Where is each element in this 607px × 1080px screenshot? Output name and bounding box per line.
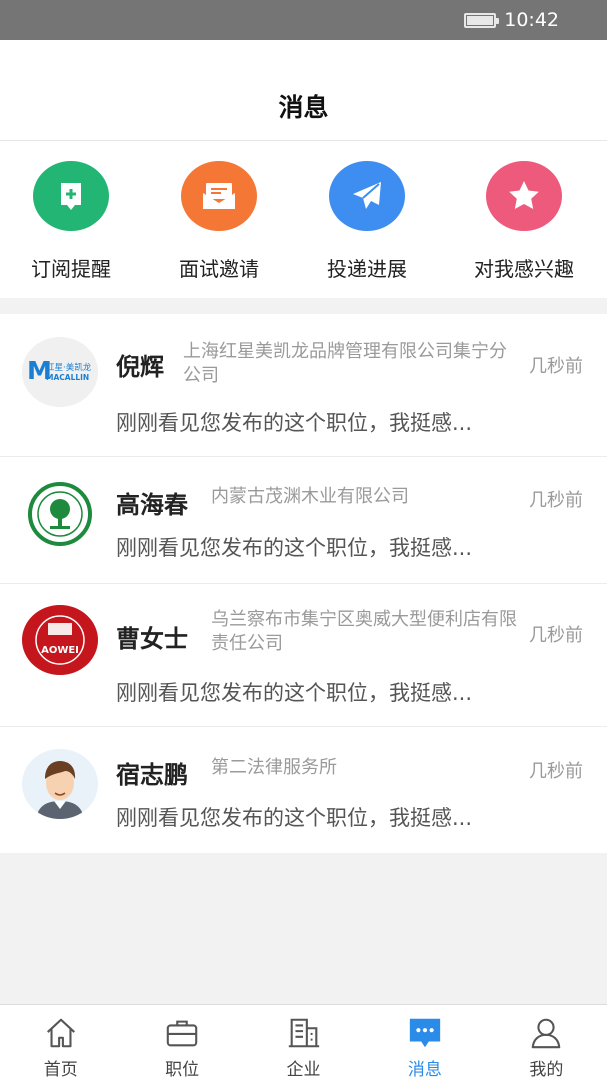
tab-label: 消息 [407,1060,442,1080]
tab-label: 我的 [529,1060,564,1080]
home-icon [46,1018,75,1048]
quick-action-interview[interactable]: 面试邀请 [144,161,294,282]
message-list: M 红星·美凯龙 MACALLIN 倪辉 上海红星美凯龙品牌管理有限公司集宁分公… [0,314,607,853]
avatar-logo-sub: MACALLIN [46,373,89,382]
tab-jobs[interactable]: 职位 [121,1005,242,1080]
quick-action-label: 投递进展 [327,257,407,281]
message-time: 几秒前 [529,761,583,782]
avatar-logo-text: 红星·美凯龙 [46,362,92,373]
tab-home[interactable]: 首页 [0,1005,121,1080]
send-icon [329,161,405,231]
quick-action-label: 面试邀请 [179,257,259,281]
tab-profile[interactable]: 我的 [486,1005,607,1080]
message-preview: 刚刚看见您发布的这个职位，我挺感... [116,536,473,560]
tab-label: 首页 [43,1060,78,1080]
star-icon [486,161,562,231]
bottom-tab-bar: 首页 职位 企业 消息 我的 [0,1004,607,1080]
quick-actions: 订阅提醒 面试邀请 投递进展 对我感兴趣 [0,141,607,298]
page-title: 消息 [278,93,329,122]
briefcase-icon [166,1020,198,1047]
quick-action-label: 对我感兴趣 [474,257,574,281]
message-item[interactable]: M 红星·美凯龙 MACALLIN 倪辉 上海红星美凯龙品牌管理有限公司集宁分公… [0,314,607,457]
avatar [22,479,98,549]
avatar: AOWEI [22,605,98,675]
message-preview: 刚刚看见您发布的这个职位，我挺感... [116,681,473,705]
user-icon [532,1018,561,1049]
company-name: 乌兰察布市集宁区奥威大型便利店有限责任公司 [211,609,517,654]
sender-name: 宿志鹏 [116,761,188,789]
quick-action-interested[interactable]: 对我感兴趣 [449,161,599,282]
quick-action-label: 订阅提醒 [31,257,111,281]
message-time: 几秒前 [529,625,583,646]
tab-label: 职位 [165,1060,200,1080]
company-name: 上海红星美凯龙品牌管理有限公司集宁分公司 [183,341,507,386]
quick-action-progress[interactable]: 投递进展 [292,161,442,282]
message-item[interactable]: 高海春 内蒙古茂渊木业有限公司 几秒前 刚刚看见您发布的这个职位，我挺感... [0,457,607,584]
avatar [22,749,98,819]
building-icon [288,1018,319,1048]
tab-companies[interactable]: 企业 [243,1005,364,1080]
tab-messages[interactable]: 消息 [364,1005,485,1080]
avatar-logo-text: AOWEI [41,645,79,656]
message-preview: 刚刚看见您发布的这个职位，我挺感... [116,806,473,830]
quick-action-subscribe[interactable]: 订阅提醒 [0,161,146,282]
company-name: 内蒙古茂渊木业有限公司 [211,486,409,507]
subscribe-icon [33,161,109,231]
message-item[interactable]: 宿志鹏 第二法律服务所 几秒前 刚刚看见您发布的这个职位，我挺感... [0,727,607,853]
mail-icon [181,161,257,231]
status-bar: 10:42 [0,0,607,40]
avatar: M 红星·美凯龙 MACALLIN [22,337,98,407]
message-preview: 刚刚看见您发布的这个职位，我挺感... [116,411,473,435]
tab-label: 企业 [286,1060,321,1080]
company-name: 第二法律服务所 [211,757,337,778]
chat-icon [409,1018,441,1048]
sender-name: 倪辉 [116,353,164,381]
status-time: 10:42 [504,9,559,31]
message-time: 几秒前 [529,490,583,511]
sender-name: 曹女士 [116,625,188,653]
sender-name: 高海春 [116,491,188,519]
battery-icon [464,12,500,28]
page-header: 消息 [0,40,607,141]
message-time: 几秒前 [529,356,583,377]
message-item[interactable]: AOWEI 曹女士 乌兰察布市集宁区奥威大型便利店有限责任公司 几秒前 刚刚看见… [0,584,607,727]
